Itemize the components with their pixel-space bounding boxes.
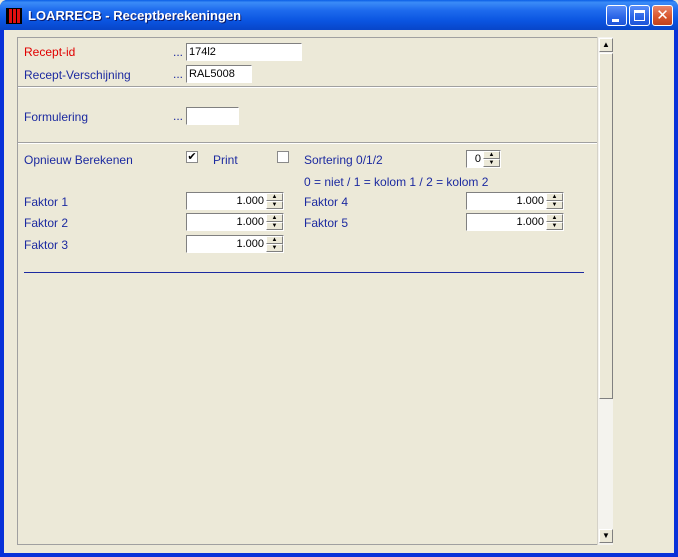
separator-1 (18, 86, 598, 88)
title-bar[interactable]: LOARRECB - Receptberekeningen ✕ (0, 0, 678, 30)
recept-verschijning-dots: ... (173, 67, 184, 81)
form-panel: Recept-id ... 174l2 Recept-Verschijning … (17, 37, 598, 545)
faktor-1-label: Faktor 1 (24, 195, 69, 209)
scrollbar-thumb[interactable] (599, 53, 613, 399)
spin-down-icon[interactable]: ▼ (266, 222, 283, 230)
faktor-1-spinner[interactable]: 1.000 ▲ ▼ (186, 192, 284, 210)
spin-up-icon[interactable]: ▲ (266, 236, 283, 244)
app-window: LOARRECB - Receptberekeningen ✕ Recept-i… (0, 0, 678, 557)
app-icon[interactable] (6, 8, 22, 24)
client-area: Recept-id ... 174l2 Recept-Verschijning … (4, 30, 674, 553)
scroll-up-icon[interactable]: ▲ (599, 38, 613, 52)
maximize-button[interactable] (629, 5, 650, 26)
faktor-5-spinner[interactable]: 1.000 ▲ ▼ (466, 213, 564, 231)
formulering-dots: ... (173, 109, 184, 123)
sortering-label: Sortering 0/1/2 (304, 153, 383, 167)
formulering-field[interactable] (186, 107, 239, 125)
faktor-5-value: 1.000 (516, 216, 544, 228)
window-title: LOARRECB - Receptberekeningen (28, 8, 242, 23)
sortering-value: 0 (474, 153, 481, 165)
faktor-4-label: Faktor 4 (304, 195, 349, 209)
maximize-icon (634, 10, 645, 21)
spin-up-icon[interactable]: ▲ (266, 193, 283, 201)
recept-verschijning-label: Recept-Verschijning (24, 68, 131, 82)
faktor-3-value: 1.000 (236, 238, 264, 250)
spin-down-icon[interactable]: ▼ (266, 201, 283, 209)
spin-up-icon[interactable]: ▲ (546, 214, 563, 222)
horizontal-divider (24, 272, 584, 273)
recept-id-label: Recept-id (24, 45, 76, 59)
print-label: Print (213, 153, 238, 167)
print-checkbox[interactable] (277, 151, 289, 163)
close-button[interactable]: ✕ (652, 5, 673, 26)
faktor-3-spinner[interactable]: 1.000 ▲ ▼ (186, 235, 284, 253)
scroll-down-icon[interactable]: ▼ (599, 529, 613, 543)
faktor-5-label: Faktor 5 (304, 216, 349, 230)
recept-verschijning-field[interactable]: RAL5008 (186, 65, 252, 83)
faktor-4-value: 1.000 (516, 195, 544, 207)
spin-down-icon[interactable]: ▼ (266, 244, 283, 252)
minimize-button[interactable] (606, 5, 627, 26)
spin-up-icon[interactable]: ▲ (483, 151, 500, 159)
vertical-scrollbar[interactable]: ▲ ▼ (597, 37, 613, 545)
separator-2 (18, 142, 598, 144)
opnieuw-berekenen-label: Opnieuw Berekenen (24, 153, 133, 167)
spin-up-icon[interactable]: ▲ (266, 214, 283, 222)
formulering-label: Formulering (24, 110, 89, 124)
spin-down-icon[interactable]: ▼ (546, 201, 563, 209)
opnieuw-berekenen-checkbox[interactable]: ✔ (186, 151, 198, 163)
faktor-1-value: 1.000 (236, 195, 264, 207)
spin-up-icon[interactable]: ▲ (546, 193, 563, 201)
faktor-4-spinner[interactable]: 1.000 ▲ ▼ (466, 192, 564, 210)
sortering-help-text: 0 = niet / 1 = kolom 1 / 2 = kolom 2 (304, 175, 489, 189)
spin-down-icon[interactable]: ▼ (483, 159, 500, 167)
sortering-spinner[interactable]: 0 ▲ ▼ (466, 150, 501, 168)
faktor-2-label: Faktor 2 (24, 216, 69, 230)
minimize-icon (612, 19, 619, 22)
recept-id-field[interactable]: 174l2 (186, 43, 302, 61)
faktor-3-label: Faktor 3 (24, 238, 69, 252)
faktor-2-value: 1.000 (236, 216, 264, 228)
faktor-2-spinner[interactable]: 1.000 ▲ ▼ (186, 213, 284, 231)
recept-id-dots: ... (173, 45, 184, 59)
close-icon: ✕ (656, 7, 669, 24)
spin-down-icon[interactable]: ▼ (546, 222, 563, 230)
